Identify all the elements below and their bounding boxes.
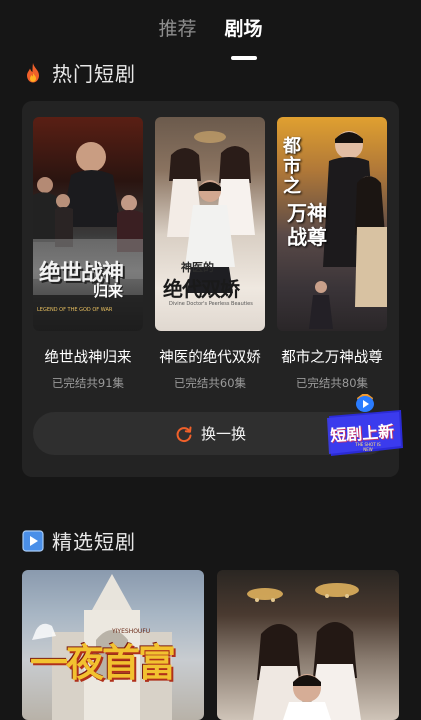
drama-card-1[interactable]: 绝世战神 归来 LEGEND OF THE GOD OF WAR 绝世战神归来 … bbox=[33, 117, 143, 391]
drama-poster-3[interactable]: 都市之 万神战尊 bbox=[277, 117, 387, 331]
drama-title-2: 神医的绝代双娇 bbox=[159, 350, 261, 366]
new-dramas-badge[interactable]: 短剧上新 THE SHOT IS NEW bbox=[323, 394, 407, 466]
drama-card-3[interactable]: 都市之 万神战尊 都市之万神战尊 已完结共80集 bbox=[277, 117, 387, 391]
drama-poster-2[interactable]: 神医的 绝代双娇 Divine Doctor's Peerless Beauti… bbox=[155, 117, 265, 331]
tab-recommend[interactable]: 推荐 bbox=[156, 14, 198, 54]
featured-poster-2[interactable] bbox=[217, 570, 399, 720]
drama-poster-3-text2: 万神战尊 bbox=[287, 201, 327, 249]
drama-title-3: 都市之万神战尊 bbox=[281, 350, 383, 366]
featured-section-header: 精选短剧 bbox=[22, 526, 136, 555]
refresh-label: 换一换 bbox=[200, 425, 246, 443]
drama-poster-1-text2: 归来 bbox=[93, 282, 124, 300]
drama-status-3: 已完结共80集 bbox=[295, 376, 369, 390]
drama-poster-1[interactable]: 绝世战神 归来 LEGEND OF THE GOD OF WAR bbox=[33, 117, 143, 331]
hot-section-header: 热门短剧 bbox=[22, 58, 136, 87]
tab-theater[interactable]: 剧场 bbox=[223, 14, 265, 54]
play-icon bbox=[22, 529, 44, 552]
drama-poster-3-text: 都市之 bbox=[283, 136, 301, 197]
drama-poster-2-sub: Divine Doctor's Peerless Beauties bbox=[169, 301, 253, 307]
top-tab-bar: 推荐 剧场 bbox=[0, 14, 421, 54]
drama-status-2: 已完结共60集 bbox=[173, 376, 247, 390]
featured-section-title: 精选短剧 bbox=[52, 530, 136, 554]
badge-sub: THE SHOT IS NEW bbox=[355, 442, 381, 452]
featured-poster-1-sub: YIYESHOUFU bbox=[112, 628, 151, 635]
hot-section-title: 热门短剧 bbox=[52, 62, 136, 86]
featured-poster-1-text: 一夜首富 bbox=[30, 640, 176, 685]
featured-poster-1[interactable]: 一夜首富 YIYESHOUFU bbox=[22, 570, 204, 720]
drama-status-1: 已完结共91集 bbox=[51, 376, 125, 390]
drama-poster-2-text2: 绝代双娇 bbox=[163, 277, 240, 301]
drama-poster-1-sub: LEGEND OF THE GOD OF WAR bbox=[37, 307, 113, 313]
drama-title-1: 绝世战神归来 bbox=[44, 350, 132, 366]
refresh-icon bbox=[176, 426, 192, 442]
fire-icon bbox=[22, 62, 44, 84]
drama-card-2[interactable]: 神医的 绝代双娇 Divine Doctor's Peerless Beauti… bbox=[155, 117, 265, 391]
